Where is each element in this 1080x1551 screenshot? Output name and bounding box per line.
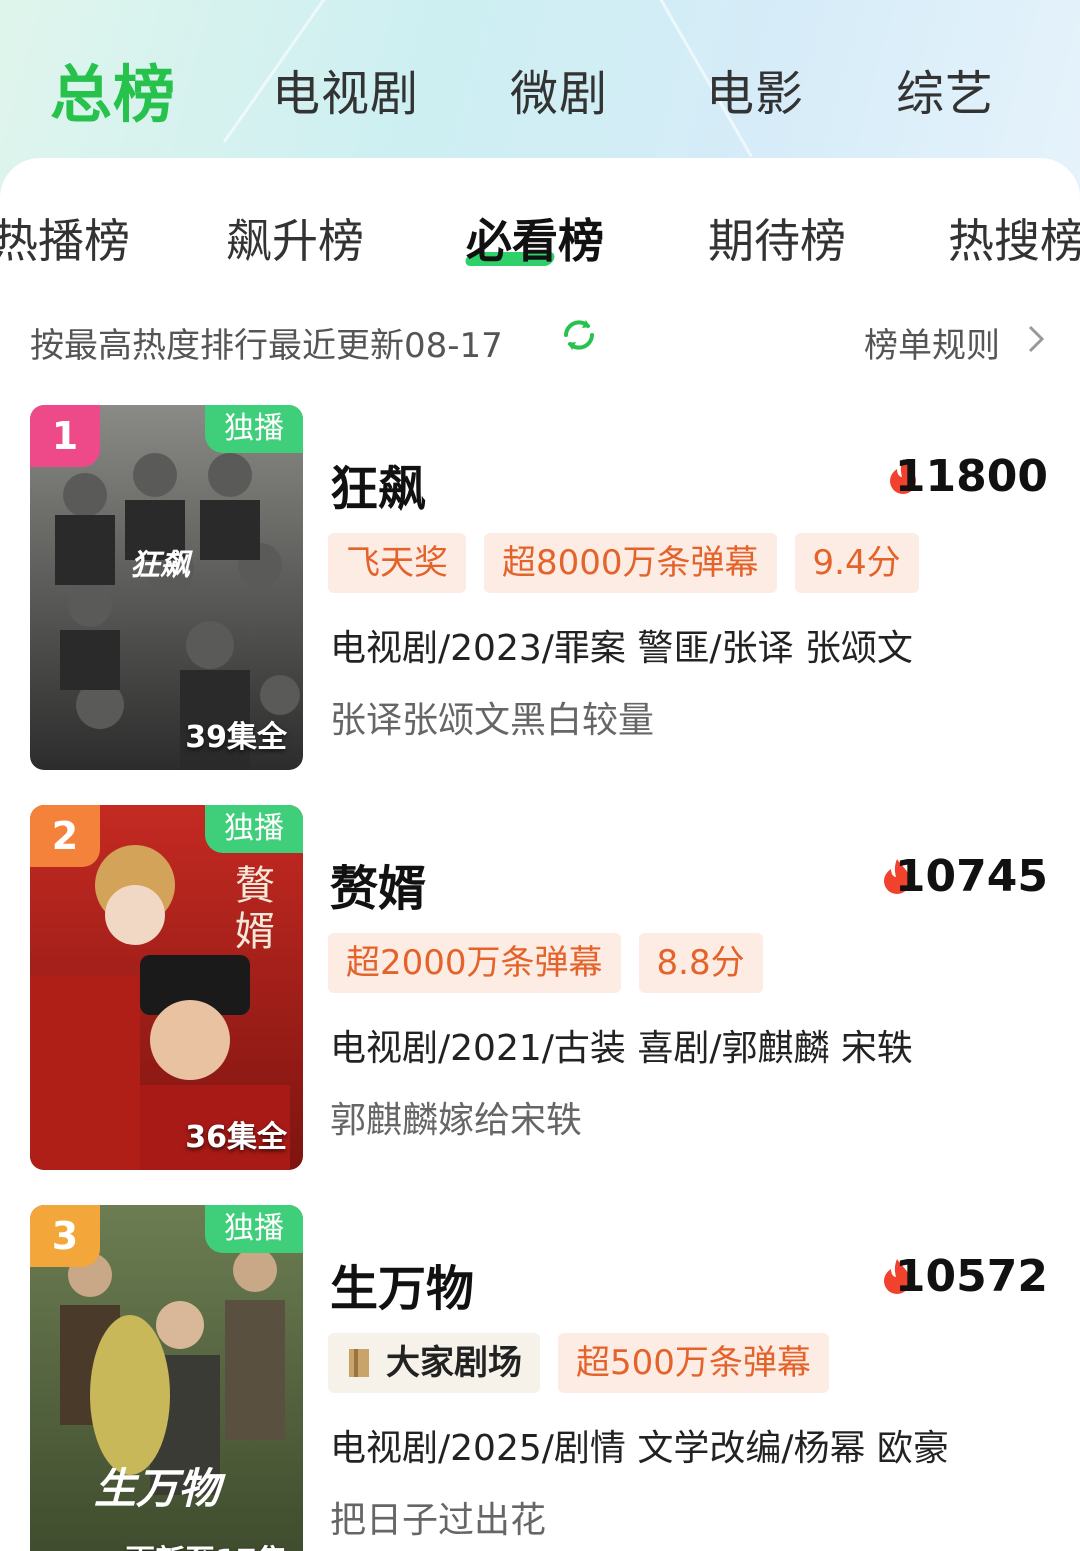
rank-badge: 1: [30, 405, 100, 467]
exclusive-badge: 独播: [205, 1205, 303, 1253]
item-meta: 电视剧/2021/古装 喜剧/郭麒麟 宋轶: [330, 1028, 913, 1069]
item-title[interactable]: 生万物: [330, 1249, 474, 1319]
heat-score: 10572: [894, 1251, 1048, 1302]
tag: 8.8分: [638, 933, 763, 993]
tab-movie[interactable]: 电影: [706, 54, 804, 124]
main-tab-bar: 总榜 电视剧 微剧 电影 综艺: [0, 40, 1080, 140]
tab-overall[interactable]: 总榜: [50, 44, 176, 134]
tag-list: 飞天奖 超8000万条弹幕 9.4分: [328, 533, 919, 593]
subtab-hot-playing[interactable]: 热播榜: [0, 205, 130, 271]
tag: 9.4分: [794, 533, 919, 593]
tab-micro-drama[interactable]: 微剧: [510, 54, 608, 124]
subtab-must-watch[interactable]: 必看榜: [466, 205, 604, 271]
poster-title-text: 贅婿: [235, 863, 275, 955]
book-icon: [349, 1349, 369, 1377]
tag: 超8000万条弹幕: [484, 533, 777, 593]
subtab-rising[interactable]: 飙升榜: [226, 205, 364, 271]
item-description: 张译张颂文黑白较量: [330, 700, 655, 741]
tag: 飞天奖: [328, 533, 466, 593]
ranking-item[interactable]: 生万物 3 独播 更新至17集 生万物 10572 大家剧场 超500万条弹幕 …: [0, 1205, 1080, 1551]
subtab-anticipated[interactable]: 期待榜: [708, 205, 846, 271]
item-description: 郭麒麟嫁给宋轶: [330, 1100, 583, 1141]
exclusive-badge: 独播: [205, 405, 303, 453]
item-title[interactable]: 狂飙: [330, 449, 426, 519]
item-description: 把日子过出花: [330, 1500, 547, 1541]
heat-score: 11800: [894, 451, 1048, 502]
heat-score: 10745: [894, 851, 1048, 902]
episode-count: 39集全: [185, 720, 287, 755]
tab-tv-series[interactable]: 电视剧: [272, 54, 419, 124]
refresh-icon[interactable]: [560, 316, 598, 354]
tag-list: 大家剧场 超500万条弹幕: [328, 1333, 829, 1393]
episode-count: 更新至17集: [125, 1536, 287, 1551]
poster-image[interactable]: 生万物 3 独播 更新至17集: [30, 1205, 303, 1551]
ranking-rules-link[interactable]: 榜单规则: [864, 318, 1000, 367]
item-meta: 电视剧/2023/罪案 警匪/张译 张颂文: [330, 628, 913, 669]
tag: 超2000万条弹幕: [328, 933, 621, 993]
tag-list: 超2000万条弹幕 8.8分: [328, 933, 763, 993]
rank-badge: 3: [30, 1205, 100, 1267]
rank-badge: 2: [30, 805, 100, 867]
episode-count: 36集全: [185, 1120, 287, 1155]
item-meta: 电视剧/2025/剧情 文学改编/杨幂 欧豪: [330, 1428, 949, 1469]
ranking-item[interactable]: 狂飙 1 独播 39集全 狂飙 11800 飞天奖 超8000万条弹幕 9.4分…: [0, 405, 1080, 775]
item-title[interactable]: 赘婿: [330, 849, 426, 919]
poster-image[interactable]: 贅婿 2 独播 36集全: [30, 805, 303, 1170]
exclusive-badge: 独播: [205, 805, 303, 853]
poster-title-text: 生万物: [94, 1464, 221, 1513]
ranking-item[interactable]: 贅婿 2 独播 36集全 赘婿 10745 超2000万条弹幕 8.8分 电视剧…: [0, 805, 1080, 1175]
update-info-text: 按最高热度排行最近更新08-17: [30, 326, 503, 366]
poster-image[interactable]: 狂飙 1 独播 39集全: [30, 405, 303, 770]
poster-title-text: 狂飙: [130, 548, 190, 583]
subtab-hot-search[interactable]: 热搜榜: [948, 205, 1080, 271]
tag: 超500万条弹幕: [558, 1333, 829, 1393]
brand-tag: 大家剧场: [328, 1333, 540, 1393]
chevron-right-icon: [1028, 325, 1045, 353]
tab-variety[interactable]: 综艺: [896, 54, 994, 124]
brand-tag-label: 大家剧场: [386, 1343, 522, 1383]
